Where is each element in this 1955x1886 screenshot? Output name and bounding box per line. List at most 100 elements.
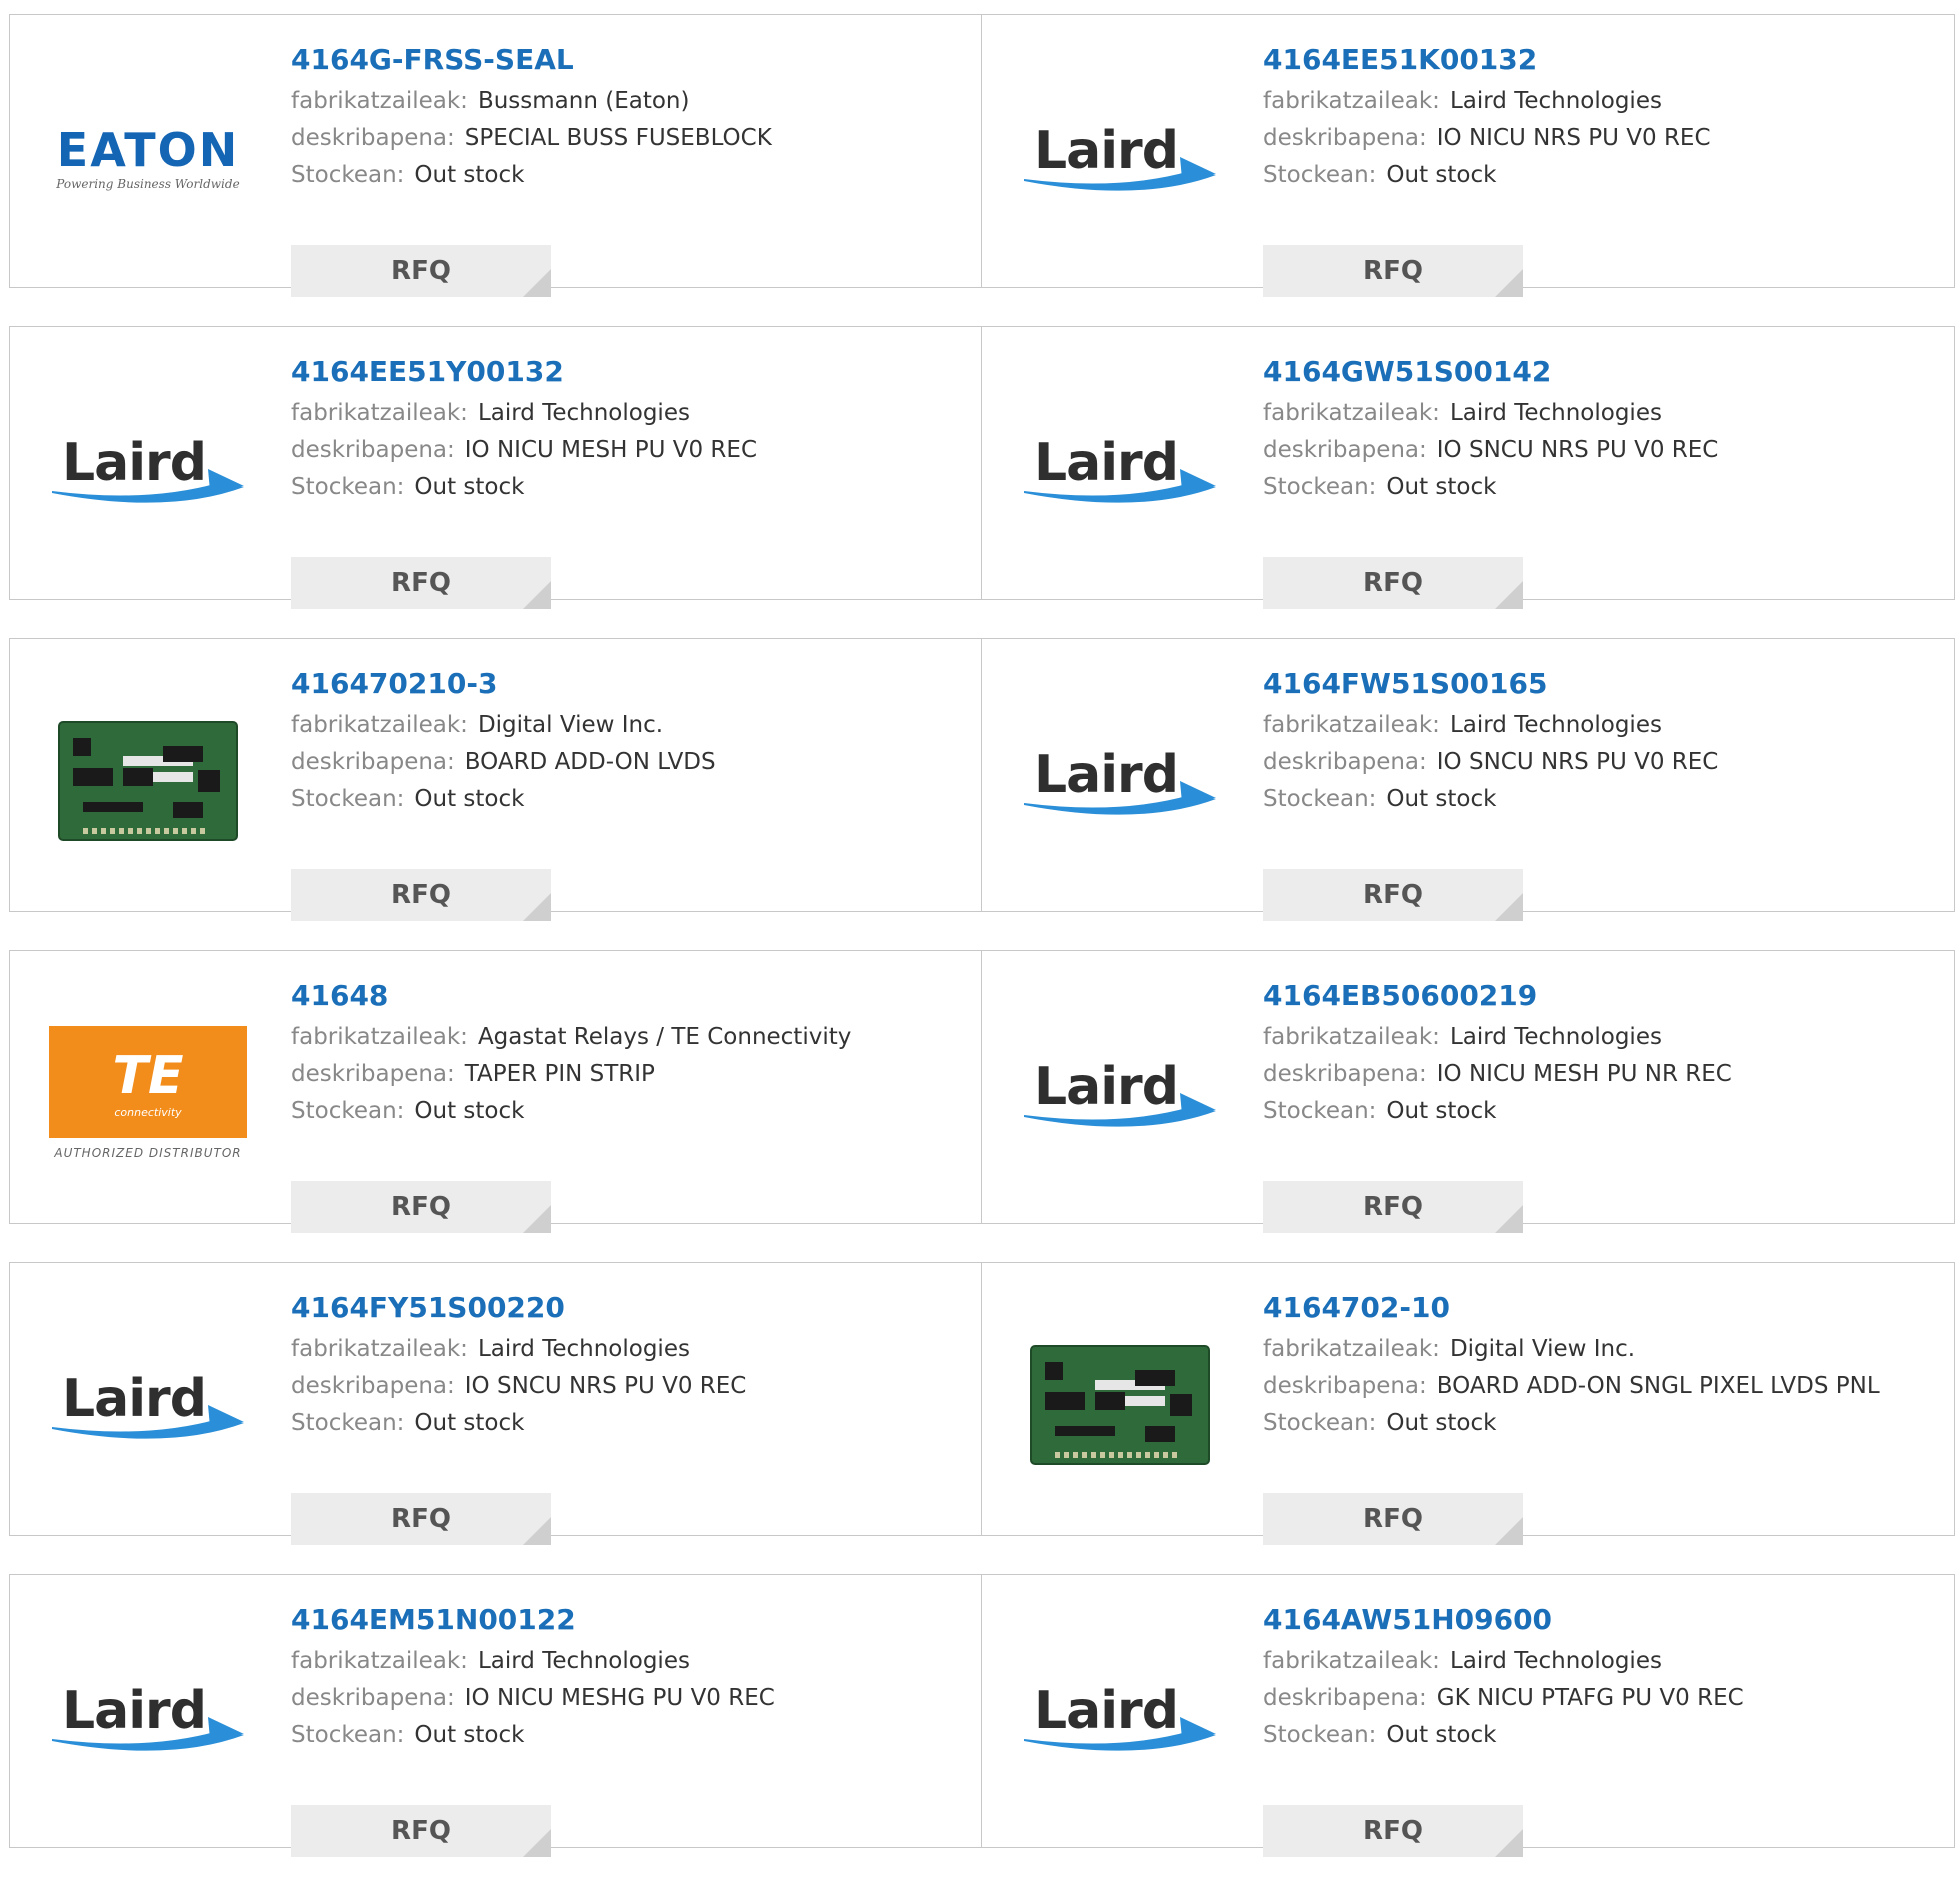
manufacturer-row: fabrikatzaileak: Laird Technologies: [1263, 395, 1718, 432]
description-label: deskribapena:: [1263, 1061, 1427, 1087]
product-info: 416470210-3 fabrikatzaileak: Digital View…: [291, 667, 716, 921]
rfq-label: RFQ: [391, 256, 451, 286]
swoosh-icon: [1024, 781, 1216, 815]
manufacturer-logo: Laird: [48, 1652, 248, 1782]
product-card: Laird 4164EE51K00132 fabrikatzaileak: Lai…: [982, 14, 1955, 297]
product-grid: EATON Powering Business Worldwide 4164G-F…: [9, 14, 1955, 1886]
manufacturer-value: Agastat Relays / TE Connectivity: [477, 1024, 852, 1050]
rfq-button[interactable]: RFQ: [291, 1181, 551, 1233]
description-value: IO SNCU NRS PU V0 REC: [1436, 749, 1719, 775]
description-value: BOARD ADD-ON SNGL PIXEL LVDS PNL: [1436, 1373, 1880, 1399]
part-number-link[interactable]: 41648: [291, 979, 851, 1019]
part-number-link[interactable]: 4164AW51H09600: [1263, 1603, 1744, 1643]
part-number-link[interactable]: 4164G-FRSS-SEAL: [291, 43, 772, 83]
product-card: TE connectivity AUTHORIZED DISTRIBUTOR 416…: [9, 950, 982, 1233]
description-row: deskribapena: GK NICU PTAFG PU V0 REC: [1263, 1680, 1744, 1717]
description-row: deskribapena: IO SNCU NRS PU V0 REC: [1263, 432, 1718, 469]
product-row: Laird 4164FY51S00220 fabrikatzaileak: Lai…: [9, 1262, 1955, 1545]
manufacturer-label: fabrikatzaileak:: [1263, 712, 1440, 738]
stock-row: Stockean: Out stock: [1263, 469, 1718, 506]
manufacturer-label: fabrikatzaileak:: [291, 1024, 468, 1050]
product-card: Laird 4164GW51S00142 fabrikatzaileak: Lai…: [982, 326, 1955, 609]
rfq-button[interactable]: RFQ: [291, 557, 551, 609]
product-card: Laird 4164EB50600219 fabrikatzaileak: Lai…: [982, 950, 1955, 1233]
product-info: 4164FW51S00165 fabrikatzaileak: Laird Tec…: [1263, 667, 1719, 921]
stock-label: Stockean:: [291, 786, 405, 812]
rfq-button[interactable]: RFQ: [291, 1493, 551, 1545]
manufacturer-label: fabrikatzaileak:: [1263, 400, 1440, 426]
description-value: IO NICU NRS PU V0 REC: [1436, 125, 1711, 151]
laird-logo: Laird: [1020, 741, 1220, 821]
manufacturer-row: fabrikatzaileak: Laird Technologies: [1263, 1019, 1732, 1056]
description-label: deskribapena:: [1263, 437, 1427, 463]
rfq-button[interactable]: RFQ: [1263, 245, 1523, 297]
part-number-link[interactable]: 4164EM51N00122: [291, 1603, 775, 1643]
part-number-link[interactable]: 4164702-10: [1263, 1291, 1880, 1331]
product-card: 416470210-3 fabrikatzaileak: Digital View…: [9, 638, 982, 921]
stock-value: Out stock: [414, 1410, 525, 1436]
rfq-button[interactable]: RFQ: [1263, 557, 1523, 609]
stock-value: Out stock: [1386, 1722, 1497, 1748]
swoosh-icon: [52, 469, 244, 503]
description-label: deskribapena:: [1263, 125, 1427, 151]
description-value: TAPER PIN STRIP: [464, 1061, 655, 1087]
manufacturer-logo: [48, 716, 248, 846]
part-number-link[interactable]: 4164FY51S00220: [291, 1291, 746, 1331]
swoosh-icon: [52, 1405, 244, 1439]
part-number-link[interactable]: 4164EE51Y00132: [291, 355, 757, 395]
manufacturer-row: fabrikatzaileak: Digital View Inc.: [291, 707, 716, 744]
manufacturer-row: fabrikatzaileak: Laird Technologies: [291, 1331, 746, 1368]
description-row: deskribapena: IO NICU MESHG PU V0 REC: [291, 1680, 775, 1717]
rfq-button[interactable]: RFQ: [1263, 1805, 1523, 1857]
manufacturer-logo: EATON Powering Business Worldwide: [48, 92, 248, 222]
stock-label: Stockean:: [1263, 162, 1377, 188]
manufacturer-row: fabrikatzaileak: Digital View Inc.: [1263, 1331, 1880, 1368]
product-card: Laird 4164AW51H09600 fabrikatzaileak: Lai…: [982, 1574, 1955, 1857]
product-row: Laird 4164EE51Y00132 fabrikatzaileak: Lai…: [9, 326, 1955, 609]
rfq-label: RFQ: [1363, 256, 1423, 286]
rfq-button[interactable]: RFQ: [1263, 1181, 1523, 1233]
description-row: deskribapena: IO NICU NRS PU V0 REC: [1263, 120, 1711, 157]
laird-logo: Laird: [1020, 117, 1220, 197]
description-row: deskribapena: IO NICU MESH PU V0 REC: [291, 432, 757, 469]
rfq-label: RFQ: [1363, 1816, 1423, 1846]
stock-label: Stockean:: [291, 474, 405, 500]
description-label: deskribapena:: [291, 125, 455, 151]
corner-triangle-icon: [523, 269, 551, 297]
manufacturer-value: Digital View Inc.: [1449, 1336, 1636, 1362]
corner-triangle-icon: [1495, 269, 1523, 297]
laird-logo: Laird: [1020, 429, 1220, 509]
description-value: IO NICU MESH PU V0 REC: [464, 437, 758, 463]
corner-triangle-icon: [523, 1517, 551, 1545]
part-number-link[interactable]: 4164EB50600219: [1263, 979, 1732, 1019]
stock-label: Stockean:: [1263, 1098, 1377, 1124]
rfq-button[interactable]: RFQ: [291, 245, 551, 297]
part-number-link[interactable]: 4164EE51K00132: [1263, 43, 1711, 83]
product-card: Laird 4164EM51N00122 fabrikatzaileak: Lai…: [9, 1574, 982, 1857]
te-logo-text: TE: [112, 1045, 184, 1106]
corner-triangle-icon: [1495, 1205, 1523, 1233]
part-number-link[interactable]: 4164FW51S00165: [1263, 667, 1718, 707]
stock-value: Out stock: [1386, 1410, 1497, 1436]
manufacturer-value: Laird Technologies: [1449, 400, 1662, 426]
part-number-link[interactable]: 416470210-3: [291, 667, 716, 707]
stock-label: Stockean:: [1263, 786, 1377, 812]
manufacturer-logo: Laird: [48, 1340, 248, 1470]
rfq-button[interactable]: RFQ: [291, 1805, 551, 1857]
description-value: SPECIAL BUSS FUSEBLOCK: [464, 125, 772, 151]
manufacturer-value: Bussmann (Eaton): [477, 88, 690, 114]
stock-value: Out stock: [1386, 786, 1497, 812]
stock-value: Out stock: [414, 474, 525, 500]
rfq-button[interactable]: RFQ: [1263, 1493, 1523, 1545]
rfq-label: RFQ: [391, 1504, 451, 1534]
laird-logo: Laird: [48, 1677, 248, 1757]
rfq-button[interactable]: RFQ: [291, 869, 551, 921]
part-number-link[interactable]: 4164GW51S00142: [1263, 355, 1718, 395]
manufacturer-label: fabrikatzaileak:: [1263, 1648, 1440, 1674]
rfq-button[interactable]: RFQ: [1263, 869, 1523, 921]
rfq-label: RFQ: [391, 880, 451, 910]
rfq-label: RFQ: [1363, 1192, 1423, 1222]
product-info: 4164FY51S00220 fabrikatzaileak: Laird Tec…: [291, 1291, 746, 1545]
manufacturer-value: Laird Technologies: [1449, 712, 1662, 738]
product-row: EATON Powering Business Worldwide 4164G-F…: [9, 14, 1955, 297]
